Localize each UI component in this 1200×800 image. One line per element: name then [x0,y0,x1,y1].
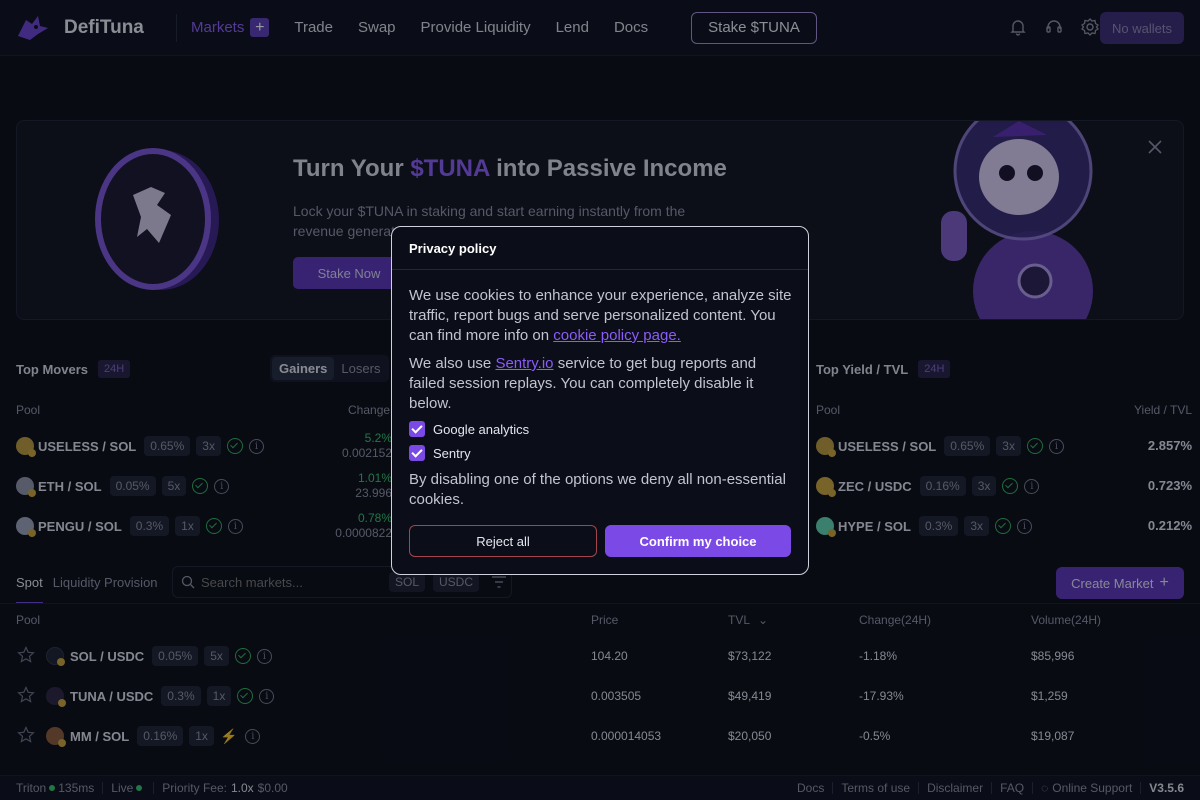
google-analytics-option[interactable]: Google analytics [409,421,529,437]
google-analytics-checkbox[interactable] [409,421,425,437]
sentry-label: Sentry [433,445,471,461]
sentry-option[interactable]: Sentry [409,445,471,461]
disable-notice: By disabling one of the options we deny … [409,471,786,508]
dialog-title: Privacy policy [409,241,497,256]
cookie-description: We use cookies to enhance your experienc… [409,286,794,346]
app-root: DefiTuna Markets + Trade Swap Provide Li… [0,0,1200,800]
privacy-policy-dialog: Privacy policy We use cookies to enhance… [391,226,809,575]
sentry-text-pre: We also use [409,355,496,372]
reject-all-button[interactable]: Reject all [409,525,597,557]
sentry-checkbox[interactable] [409,445,425,461]
sentry-link[interactable]: Sentry.io [495,355,553,372]
confirm-choice-button[interactable]: Confirm my choice [605,525,791,557]
cookie-policy-link[interactable]: cookie policy page. [553,327,681,344]
sentry-description: We also use Sentry.io service to get bug… [409,354,794,414]
google-analytics-label: Google analytics [433,421,530,437]
dialog-divider [392,269,808,270]
